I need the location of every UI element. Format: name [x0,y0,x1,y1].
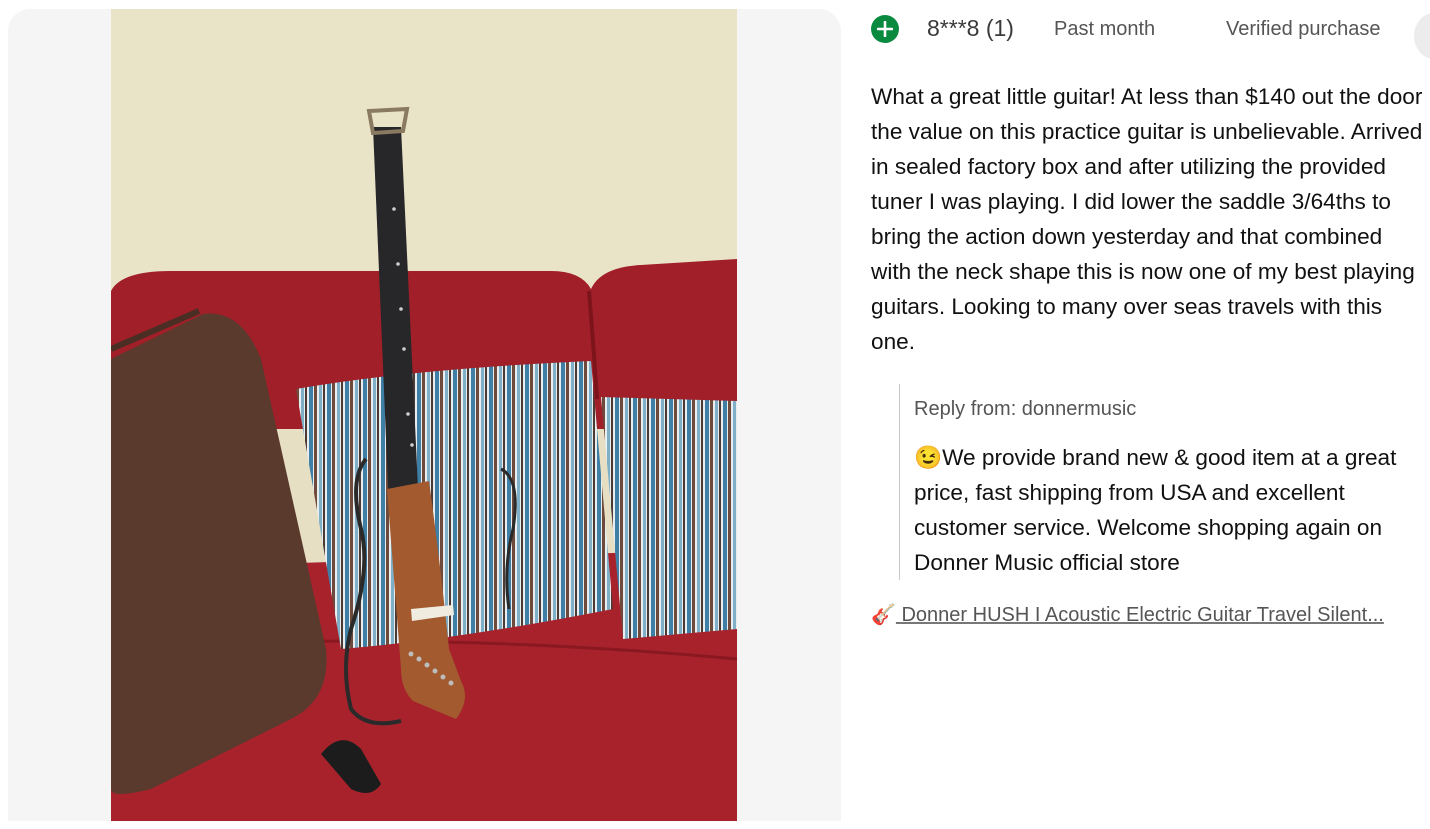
review-photo-card[interactable] [8,9,841,821]
product-link[interactable]: 🎸 Donner HUSH I Acoustic Electric Guitar… [871,601,1416,629]
verified-purchase-label: Verified purchase [1226,18,1381,40]
wink-emoji-icon: 😉 [914,445,943,470]
review-body: What a great little guitar! At less than… [871,84,1423,354]
review-header: 8***8 (1) Past month Verified purchase [871,13,1430,59]
product-link-title[interactable]: Donner HUSH I Acoustic Electric Guitar T… [901,604,1383,626]
plus-circle-icon[interactable] [871,15,899,43]
guitar-icon: 🎸 [871,604,896,626]
reply-text: We provide brand new & good item at a gr… [914,445,1397,575]
reviewer-name: 8***8 (1) [927,15,1014,41]
more-options-icon[interactable] [1414,13,1430,59]
review-photo[interactable] [111,9,737,821]
reply-from-label: Reply from: donnermusic [914,398,1137,420]
seller-reply: Reply from: donnermusic 😉We provide bran… [899,384,1430,580]
reply-body: 😉We provide brand new & good item at a g… [914,440,1429,580]
review-date: Past month [1054,18,1156,40]
